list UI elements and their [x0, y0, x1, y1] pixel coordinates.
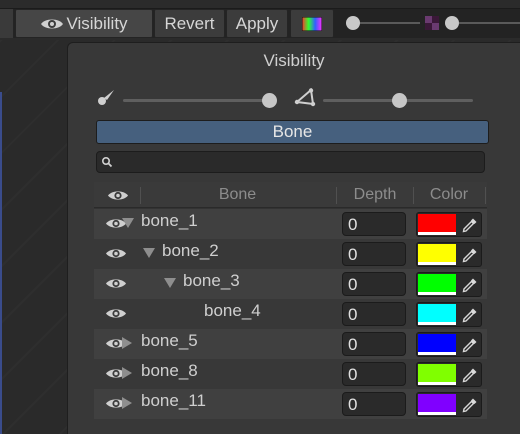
bone-name: bone_4 — [204, 301, 261, 320]
color-mode-button[interactable] — [290, 9, 334, 38]
caret-right-icon[interactable] — [122, 367, 132, 379]
color-field[interactable] — [416, 392, 482, 417]
toolbar-stub-button[interactable] — [0, 9, 14, 38]
tab-bone[interactable]: Bone — [96, 120, 489, 144]
bone-name: bone_11 — [141, 391, 206, 410]
eye-icon[interactable] — [105, 277, 127, 294]
eye-icon[interactable] — [105, 247, 127, 264]
bone-name: bone_3 — [183, 271, 240, 290]
eye-icon — [41, 19, 64, 28]
header-color[interactable]: Color — [414, 182, 484, 208]
eyedropper-icon[interactable] — [462, 367, 478, 387]
color-swatch[interactable] — [418, 394, 456, 413]
panel-title: Visibility — [263, 51, 325, 70]
depth-field[interactable]: 0 — [342, 362, 406, 386]
depth-field[interactable]: 0 — [342, 212, 406, 236]
polygon-icon — [294, 88, 316, 107]
visibility-button-label: Visibility — [66, 13, 128, 33]
depth-field[interactable]: 0 — [342, 272, 406, 296]
revert-button[interactable]: Revert — [154, 9, 225, 38]
alpha-bar — [418, 262, 456, 265]
table-row[interactable]: bone_1 0 — [94, 209, 487, 239]
bone-name: bone_5 — [141, 331, 198, 350]
color-swatch[interactable] — [418, 214, 456, 233]
alpha-bar — [418, 352, 456, 355]
color-swatch[interactable] — [418, 304, 456, 323]
caret-down-icon[interactable] — [164, 278, 176, 288]
eyedropper-icon[interactable] — [462, 337, 478, 357]
caret-right-icon[interactable] — [122, 337, 132, 349]
alpha-bar — [418, 322, 456, 325]
table-row[interactable]: bone_3 0 — [94, 269, 487, 299]
eye-icon[interactable] — [107, 189, 129, 202]
apply-button[interactable]: Apply — [226, 9, 288, 38]
color-field[interactable] — [416, 212, 482, 237]
checker-icon — [425, 16, 439, 30]
color-swatch[interactable] — [418, 364, 456, 383]
visibility-panel: Visibility Bone Bone Depth Color bone_1 … — [67, 42, 520, 434]
depth-field[interactable]: 0 — [342, 332, 406, 356]
header-bone[interactable]: Bone — [140, 182, 335, 208]
color-field[interactable] — [416, 302, 482, 327]
eyedropper-icon[interactable] — [462, 247, 478, 267]
depth-field[interactable]: 0 — [342, 392, 406, 416]
tab-bone-label: Bone — [272, 122, 313, 141]
apply-button-label: Apply — [235, 13, 279, 33]
table-header: Bone Depth Color — [94, 182, 487, 208]
alpha-bar — [418, 292, 456, 295]
color-swatch[interactable] — [418, 334, 456, 353]
depth-field[interactable]: 0 — [342, 302, 406, 326]
revert-button-label: Revert — [164, 13, 215, 33]
toolbar-slider-knob-2[interactable] — [445, 16, 459, 30]
color-field[interactable] — [416, 362, 482, 387]
bone-table: Bone Depth Color bone_1 0 bone_2 0 bone_3 0 bo… — [94, 182, 487, 419]
depth-field[interactable]: 0 — [342, 242, 406, 266]
header-separator[interactable] — [485, 187, 486, 204]
table-row[interactable]: bone_4 0 — [94, 299, 487, 329]
brush-slider-track[interactable] — [123, 99, 273, 102]
color-field[interactable] — [416, 272, 482, 297]
search-input[interactable] — [96, 151, 485, 173]
bone-name: bone_2 — [162, 241, 219, 260]
brush-icon — [98, 90, 114, 105]
table-row[interactable]: bone_8 0 — [94, 359, 487, 389]
table-row[interactable]: bone_5 0 — [94, 329, 487, 359]
scene-edge — [0, 92, 2, 434]
caret-down-icon[interactable] — [143, 248, 155, 258]
table-row[interactable]: bone_2 0 — [94, 239, 487, 269]
eyedropper-icon[interactable] — [462, 277, 478, 297]
eyedropper-icon[interactable] — [462, 307, 478, 327]
alpha-bar — [418, 412, 456, 415]
eyedropper-icon[interactable] — [462, 217, 478, 237]
eye-icon[interactable] — [105, 307, 127, 324]
eyedropper-icon[interactable] — [462, 397, 478, 417]
caret-right-icon[interactable] — [122, 397, 132, 409]
search-icon — [101, 156, 113, 168]
color-swatch[interactable] — [418, 274, 456, 293]
bone-name: bone_1 — [141, 211, 198, 230]
brush-slider-knob[interactable] — [262, 93, 277, 108]
toolbar-slider-knob[interactable] — [346, 16, 360, 30]
color-swatch[interactable] — [418, 244, 456, 263]
polygon-slider-knob[interactable] — [392, 93, 407, 108]
visibility-toggle-button[interactable]: Visibility — [15, 9, 153, 38]
color-field[interactable] — [416, 242, 482, 267]
caret-down-icon[interactable] — [122, 218, 134, 228]
alpha-bar — [418, 232, 456, 235]
toolbar-slider-track-2[interactable] — [459, 22, 520, 24]
header-depth[interactable]: Depth — [337, 182, 413, 208]
color-field[interactable] — [416, 332, 482, 357]
rainbow-icon — [302, 16, 322, 31]
bone-name: bone_8 — [141, 361, 198, 380]
top-toolbar: Visibility Revert Apply — [0, 0, 520, 40]
table-row[interactable]: bone_11 0 — [94, 389, 487, 419]
alpha-bar — [418, 382, 456, 385]
